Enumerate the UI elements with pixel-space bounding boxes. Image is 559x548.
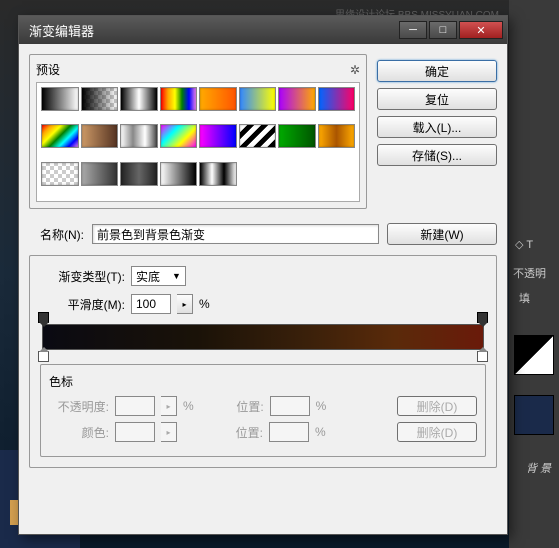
- pos1-unit: %: [316, 399, 327, 413]
- gradient-track: [42, 324, 484, 350]
- bg-layer-label: 背 景: [526, 460, 551, 476]
- name-row: 名称(N): 新建(W): [29, 223, 497, 245]
- swatch[interactable]: [160, 87, 198, 111]
- ok-button[interactable]: 确定: [377, 60, 497, 82]
- dialog-title: 渐变编辑器: [23, 21, 399, 40]
- ps-side-panel: ◇ T 不透明 填 背 景: [509, 0, 559, 548]
- maximize-button[interactable]: □: [429, 21, 457, 39]
- pos2-label: 位置:: [213, 424, 263, 441]
- opacity-input: [115, 396, 155, 416]
- color-label: 颜色:: [49, 424, 109, 441]
- opacity-stop-row: 不透明度: ▸ % 位置: % 删除(D): [49, 396, 477, 416]
- swatch[interactable]: [81, 124, 119, 148]
- side-text: ◇ T: [515, 238, 533, 251]
- swatch[interactable]: [199, 124, 237, 148]
- swatch[interactable]: [81, 87, 119, 111]
- pos2-unit: %: [315, 425, 326, 439]
- swatch[interactable]: [41, 124, 79, 148]
- swatch[interactable]: [239, 124, 277, 148]
- chevron-down-icon: ▼: [172, 271, 181, 281]
- layer-thumb-2[interactable]: [514, 395, 554, 435]
- type-label: 渐变类型(T):: [40, 268, 125, 285]
- swatch[interactable]: [278, 87, 316, 111]
- color-stop-left[interactable]: [38, 351, 49, 362]
- smooth-input[interactable]: [131, 294, 171, 314]
- color-spinner: ▸: [161, 422, 177, 442]
- side-opacity: 不透明: [513, 265, 546, 281]
- presets-group: 预设 ✲: [29, 54, 367, 209]
- opacity-stop-left[interactable]: [38, 312, 49, 323]
- delete2-button: 删除(D): [397, 422, 477, 442]
- minimize-button[interactable]: ─: [399, 21, 427, 39]
- swatch[interactable]: [160, 124, 198, 148]
- swatch[interactable]: [318, 124, 356, 148]
- name-label: 名称(N):: [29, 226, 84, 243]
- close-button[interactable]: ✕: [459, 21, 503, 39]
- type-select[interactable]: 实底 ▼: [131, 266, 186, 286]
- side-fill: 填: [519, 290, 530, 306]
- opacity-unit: %: [183, 399, 194, 413]
- swatch[interactable]: [199, 162, 237, 186]
- type-value: 实底: [136, 268, 160, 285]
- save-button[interactable]: 存储(S)...: [377, 144, 497, 166]
- smooth-unit: %: [199, 297, 210, 311]
- swatch[interactable]: [199, 87, 237, 111]
- swatch[interactable]: [120, 124, 158, 148]
- reset-button[interactable]: 复位: [377, 88, 497, 110]
- delete1-button: 删除(D): [397, 396, 477, 416]
- swatch[interactable]: [120, 162, 158, 186]
- swatch[interactable]: [41, 162, 79, 186]
- pos1-label: 位置:: [214, 398, 264, 415]
- color-input: [115, 422, 155, 442]
- action-buttons: 确定 复位 载入(L)... 存储(S)...: [377, 54, 497, 209]
- name-input[interactable]: [92, 224, 379, 244]
- swatch[interactable]: [160, 162, 198, 186]
- new-button[interactable]: 新建(W): [387, 223, 497, 245]
- opacity-spinner: ▸: [161, 396, 177, 416]
- stops-group: 色标 不透明度: ▸ % 位置: % 删除(D) 颜色: ▸ 位置:: [40, 364, 486, 457]
- dialog-body: 预设 ✲: [19, 44, 507, 534]
- smooth-label: 平滑度(M):: [40, 296, 125, 313]
- color-stop-row: 颜色: ▸ 位置: % 删除(D): [49, 422, 477, 442]
- smooth-spinner[interactable]: ▸: [177, 294, 193, 314]
- load-button[interactable]: 载入(L)...: [377, 116, 497, 138]
- opacity-stop-right[interactable]: [477, 312, 488, 323]
- gradient-bar[interactable]: [42, 324, 484, 350]
- gradient-group: 渐变类型(T): 实底 ▼ 平滑度(M): ▸ % 色标: [29, 255, 497, 468]
- pos1-input: [270, 396, 310, 416]
- stops-title: 色标: [49, 373, 477, 390]
- swatch[interactable]: [120, 87, 158, 111]
- swatch[interactable]: [239, 87, 277, 111]
- swatch[interactable]: [278, 124, 316, 148]
- swatch[interactable]: [81, 162, 119, 186]
- presets-label: 预设: [36, 61, 60, 78]
- window-buttons: ─ □ ✕: [399, 21, 503, 39]
- swatch[interactable]: [318, 87, 356, 111]
- opacity-label: 不透明度:: [49, 398, 109, 415]
- pos2-input: [269, 422, 309, 442]
- swatch[interactable]: [41, 87, 79, 111]
- gradient-editor-dialog: 渐变编辑器 ─ □ ✕ 预设 ✲: [18, 15, 508, 535]
- gear-icon[interactable]: ✲: [350, 63, 360, 77]
- layer-thumb-1[interactable]: [514, 335, 554, 375]
- color-stop-right[interactable]: [477, 351, 488, 362]
- preset-swatches: [36, 82, 360, 202]
- titlebar[interactable]: 渐变编辑器 ─ □ ✕: [19, 16, 507, 44]
